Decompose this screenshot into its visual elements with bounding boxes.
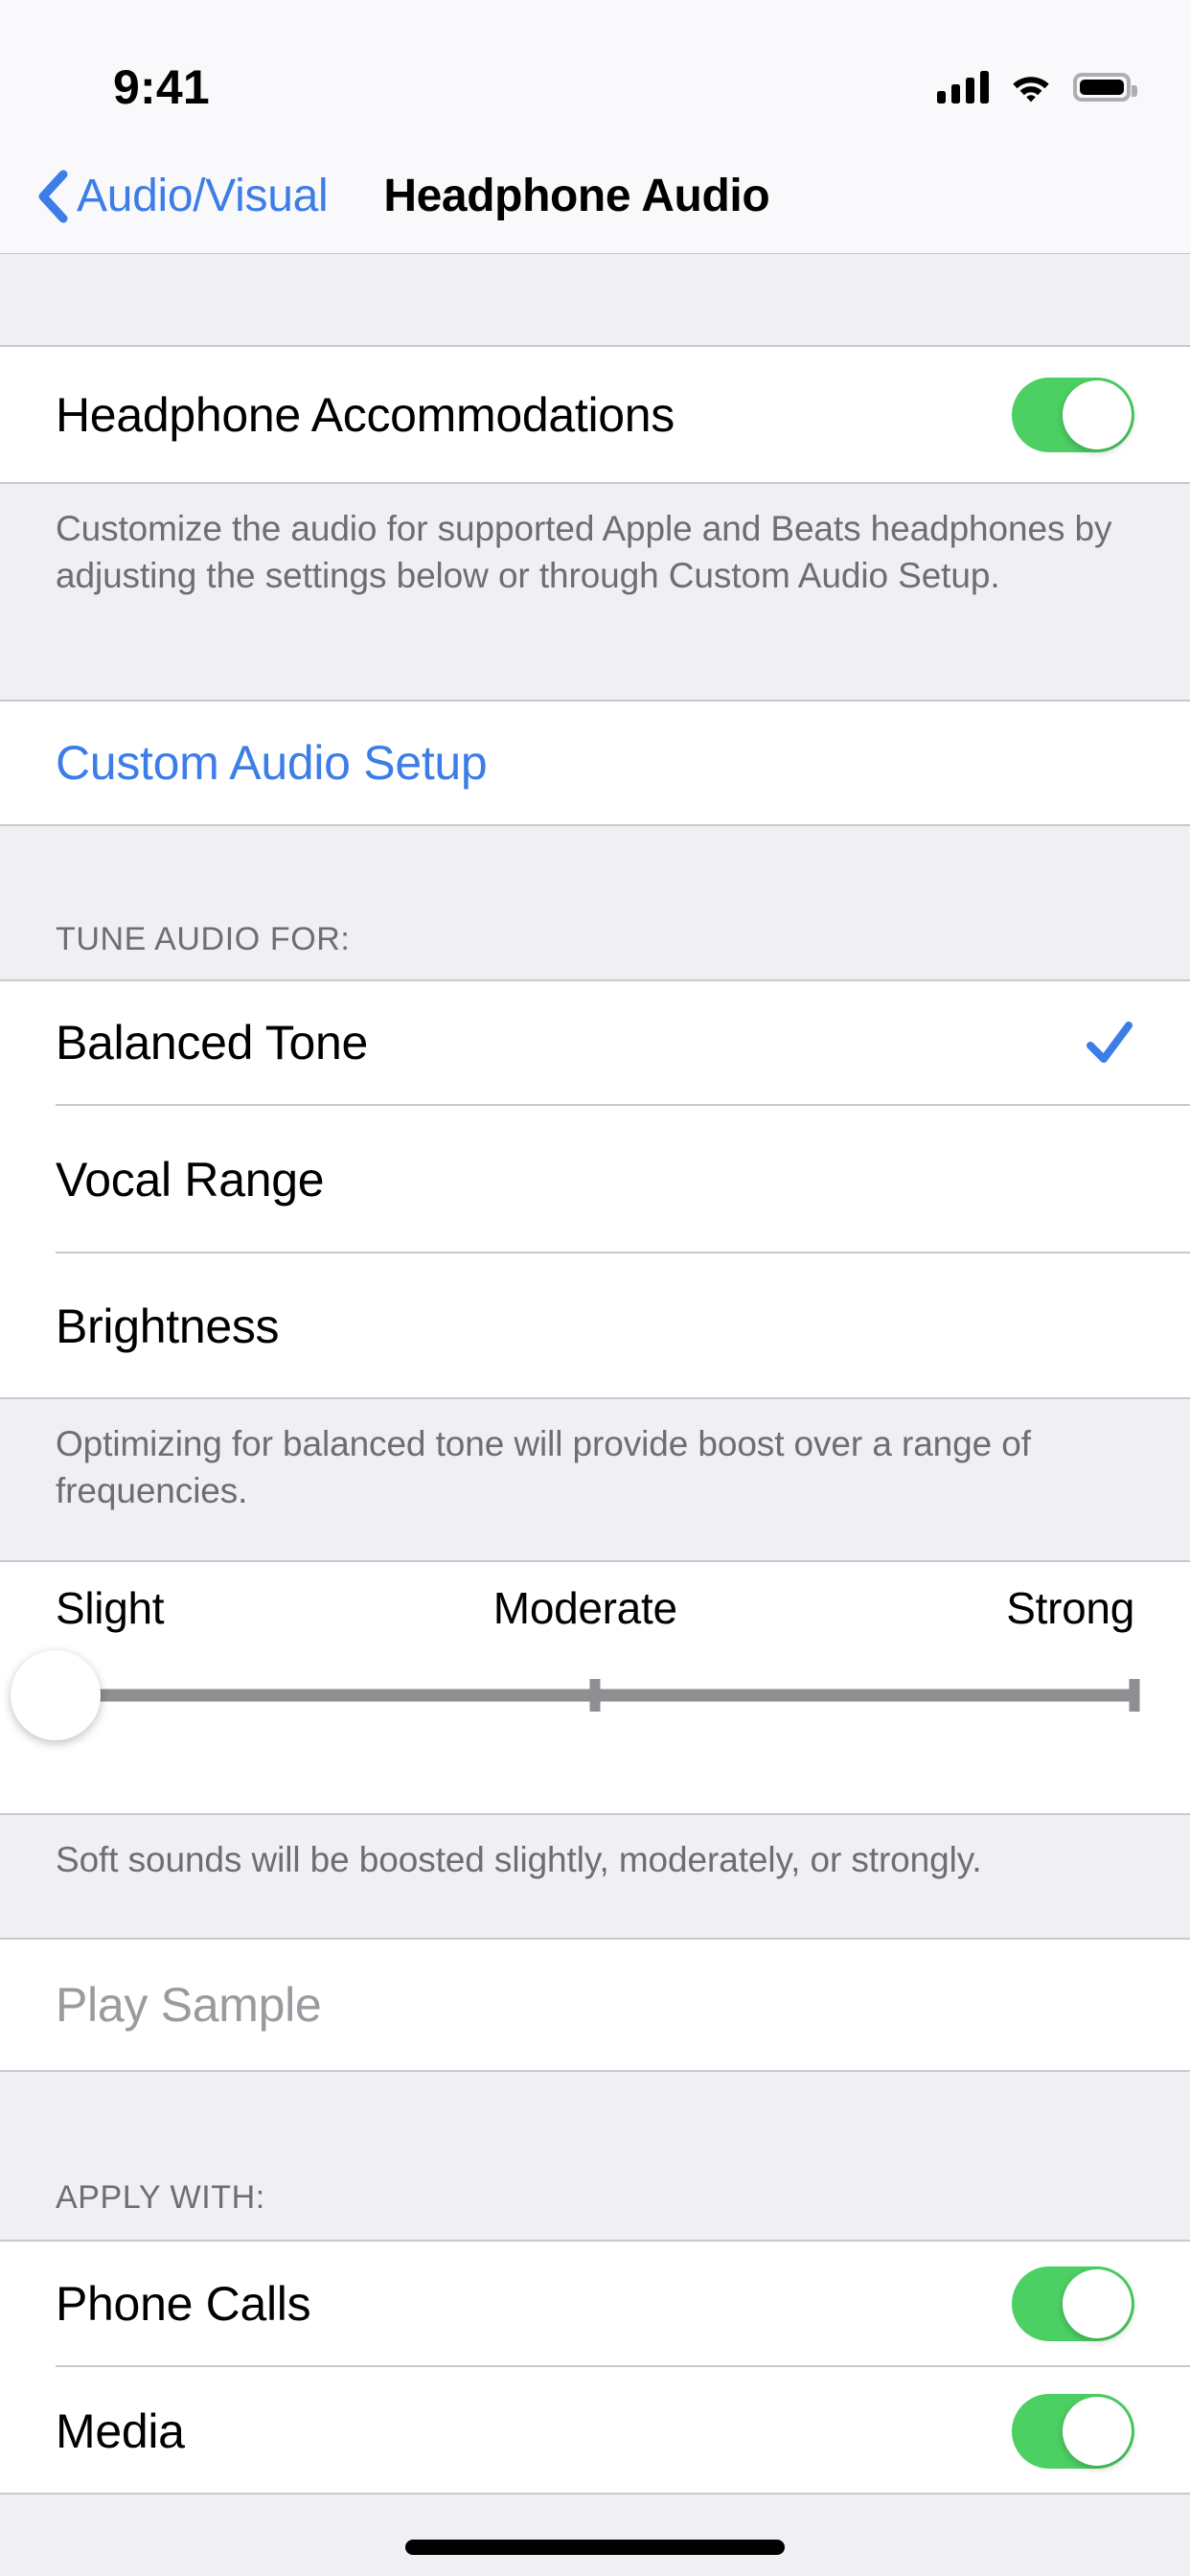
divider <box>0 979 1190 981</box>
row-label-phone-calls: Phone Calls <box>56 2276 311 2331</box>
slider-label-strong: Strong <box>1006 1583 1134 1633</box>
row-label-brightness: Brightness <box>56 1300 280 1353</box>
back-button-label: Audio/Visual <box>77 171 329 221</box>
checkmark-icon <box>1087 1022 1133 1063</box>
slider-thumb[interactable] <box>11 1650 101 1740</box>
row-label-vocal-range: Vocal Range <box>56 1153 325 1207</box>
status-bar: 9:41 <box>0 0 1190 139</box>
spacer-top <box>0 254 1190 345</box>
row-label-headphone-accommodations: Headphone Accommodations <box>56 387 675 442</box>
row-play-sample[interactable]: Play Sample <box>0 1938 1190 2072</box>
divider <box>0 2240 1190 2242</box>
divider <box>0 700 1190 702</box>
slider-label-slight: Slight <box>56 1583 165 1633</box>
toggle-knob <box>1063 2268 1132 2338</box>
row-custom-audio-setup[interactable]: Custom Audio Setup <box>0 700 1190 826</box>
spacer-bottom <box>0 2495 1190 2576</box>
divider <box>0 1938 1190 1940</box>
toggle-knob <box>1063 380 1132 449</box>
row-label-media: Media <box>56 2404 185 2458</box>
home-indicator[interactable] <box>405 2540 785 2555</box>
row-label-play-sample: Play Sample <box>56 1978 322 2032</box>
section-header-tune-audio: TUNE AUDIO FOR: <box>0 826 1190 979</box>
row-headphone-accommodations[interactable]: Headphone Accommodations <box>0 345 1190 484</box>
section-header-apply-with: APPLY WITH: <box>0 2072 1190 2240</box>
page-title: Headphone Audio <box>383 171 770 221</box>
footer-tune-audio: Optimizing for balanced tone will provid… <box>0 1399 1190 1560</box>
slider-tick-moderate <box>589 1679 601 1712</box>
toggle-knob <box>1063 2396 1132 2466</box>
navigation-bar: Audio/Visual Headphone Audio <box>0 139 1190 254</box>
divider <box>0 1560 1190 1562</box>
battery-full-icon <box>1073 72 1137 102</box>
chevron-left-icon <box>38 170 68 222</box>
cellular-signal-icon <box>937 70 989 104</box>
toggle-media[interactable] <box>1012 2393 1134 2469</box>
row-label-custom-audio-setup: Custom Audio Setup <box>56 736 488 790</box>
row-phone-calls[interactable]: Phone Calls <box>0 2240 1190 2367</box>
wifi-icon <box>1013 76 1049 102</box>
iphone-screen: 9:41 Audio/Visual Headphone Audio Headph <box>0 0 1190 2576</box>
slider-tick-strong <box>1129 1679 1140 1712</box>
row-balanced-tone[interactable]: Balanced Tone <box>0 979 1190 1106</box>
footer-strength-slider: Soft sounds will be boosted slightly, mo… <box>0 1815 1190 1938</box>
row-brightness[interactable]: Brightness <box>0 1254 1190 1399</box>
divider <box>0 345 1190 347</box>
row-vocal-range[interactable]: Vocal Range <box>0 1106 1190 1254</box>
row-media[interactable]: Media <box>0 2367 1190 2495</box>
status-bar-indicators <box>937 65 1137 109</box>
back-button[interactable]: Audio/Visual <box>36 170 329 223</box>
boost-strength-slider-block: Slight Moderate Strong <box>0 1560 1190 1815</box>
boost-strength-slider[interactable] <box>11 1643 1140 1748</box>
toggle-phone-calls[interactable] <box>1012 2266 1134 2341</box>
slider-scale-labels: Slight Moderate Strong <box>56 1560 1134 1643</box>
footer-accommodations: Customize the audio for supported Apple … <box>0 484 1190 700</box>
slider-label-moderate: Moderate <box>492 1583 677 1633</box>
row-label-balanced-tone: Balanced Tone <box>56 1016 369 1070</box>
status-bar-time: 9:41 <box>113 59 210 114</box>
toggle-headphone-accommodations[interactable] <box>1012 377 1134 452</box>
